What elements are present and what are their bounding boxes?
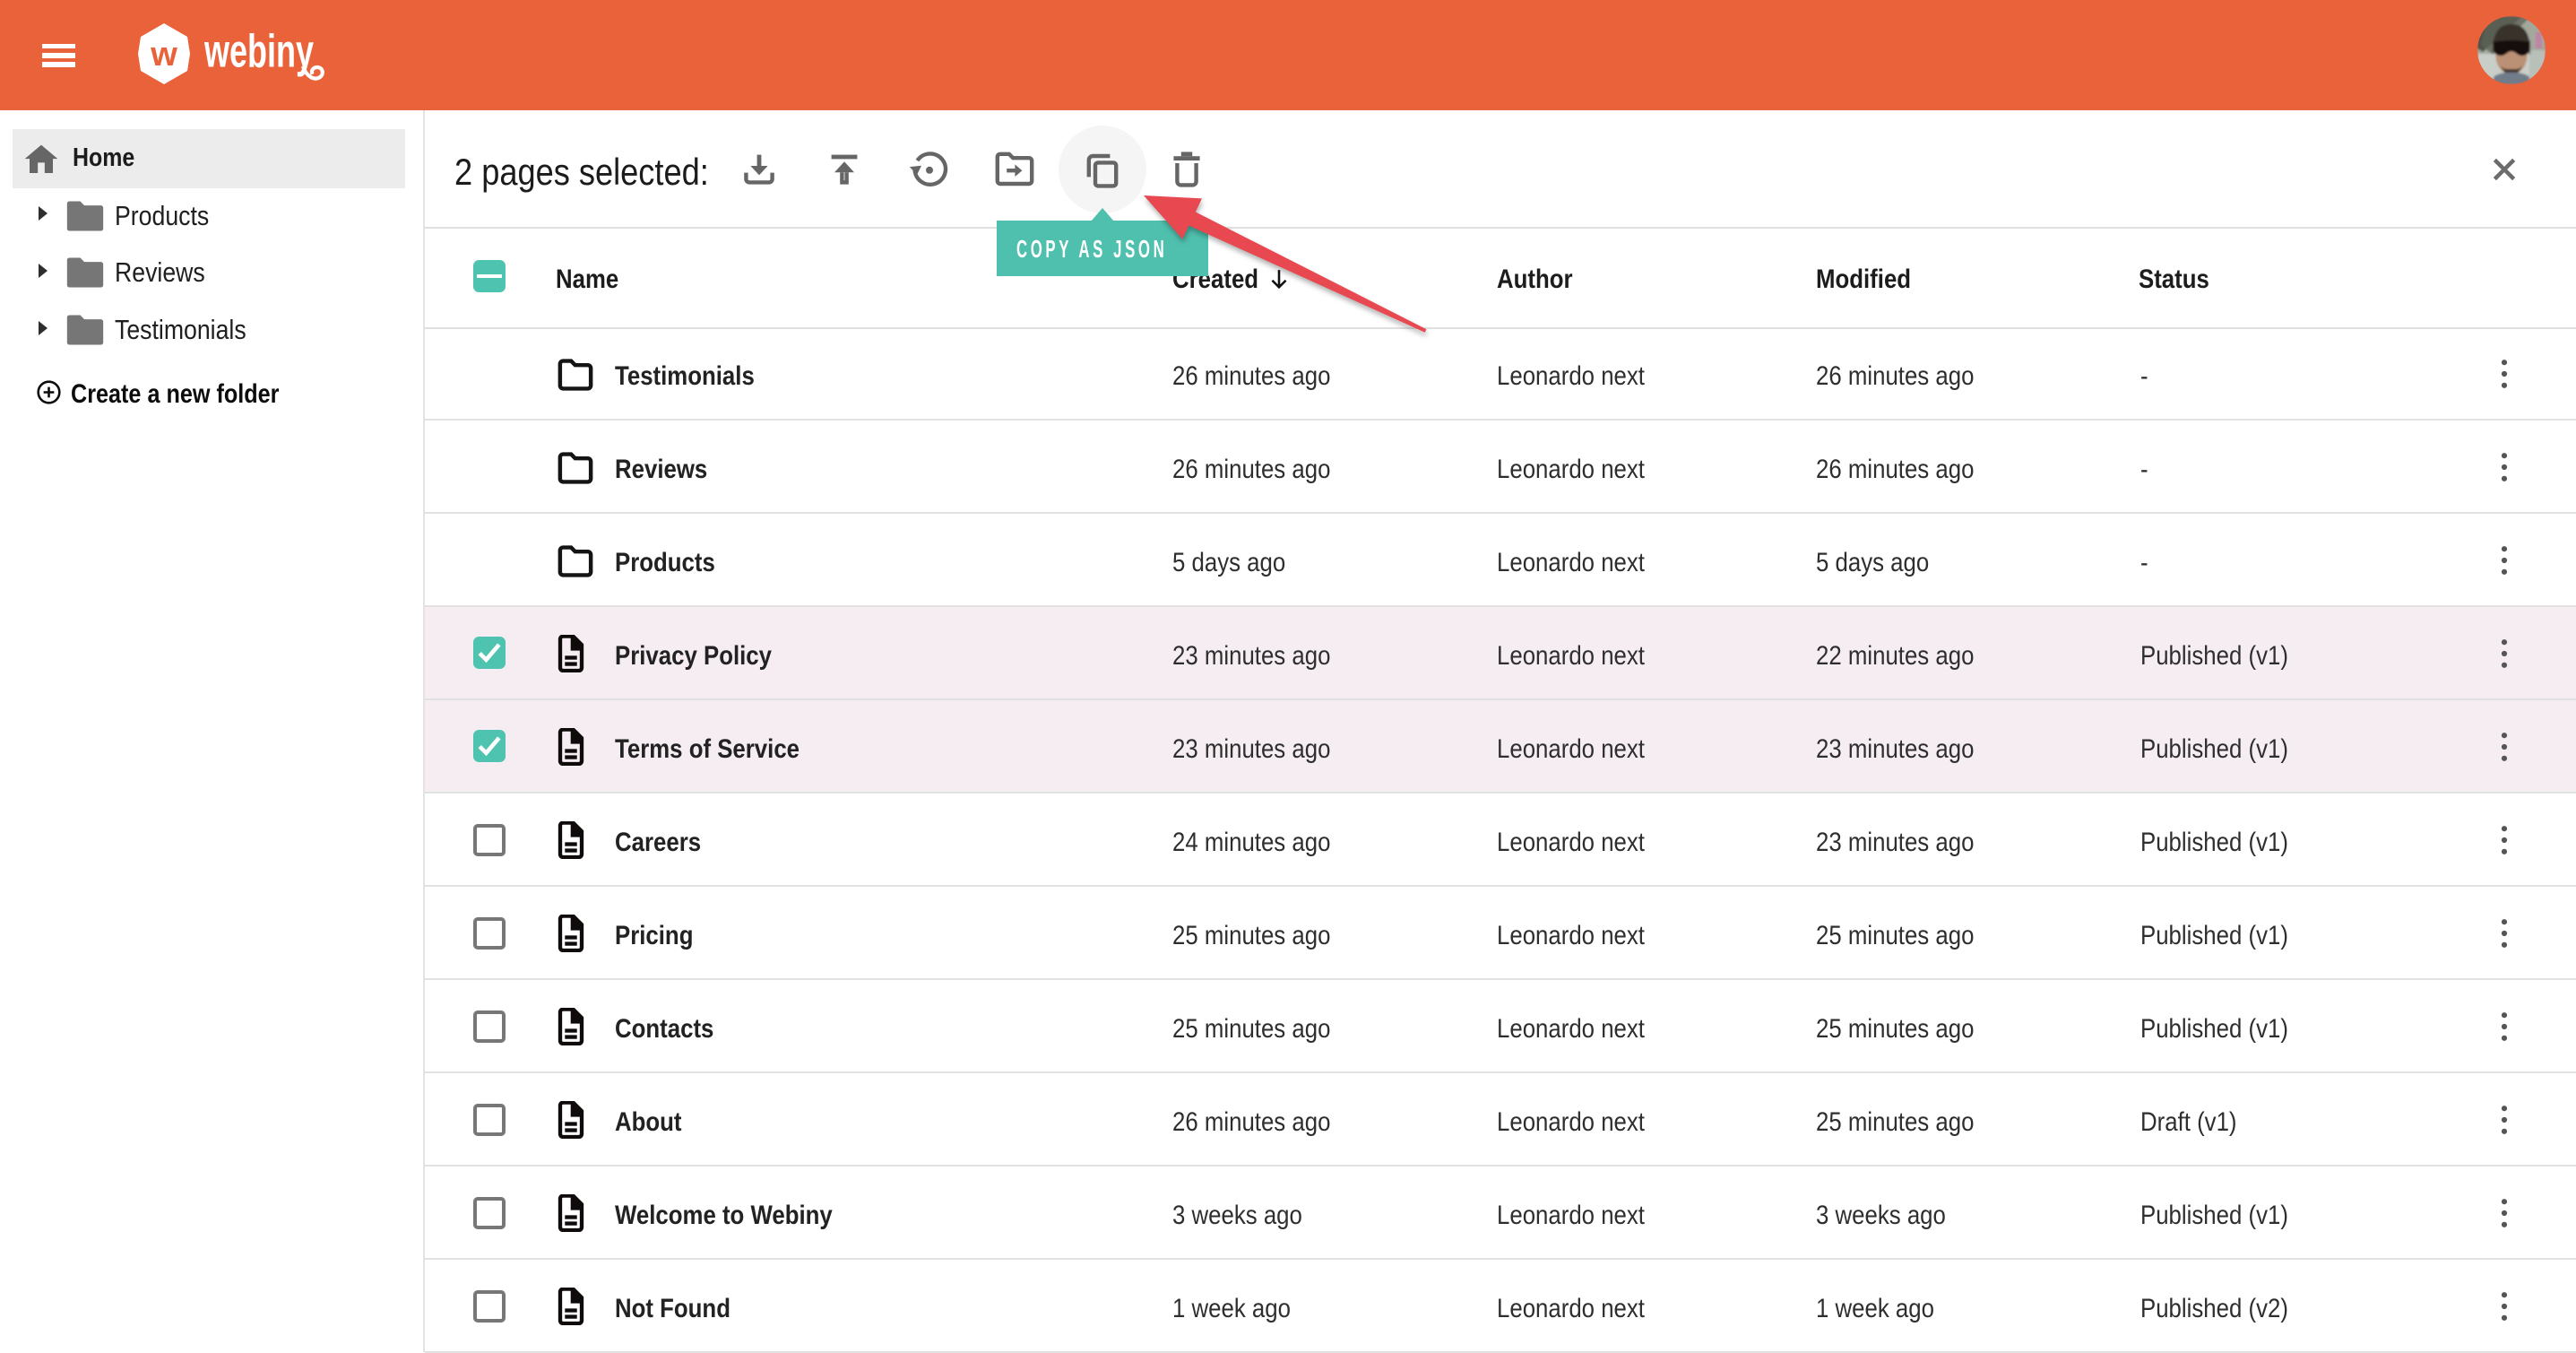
svg-text:w: w xyxy=(150,36,177,74)
svg-text:webiny: webiny xyxy=(204,25,314,77)
